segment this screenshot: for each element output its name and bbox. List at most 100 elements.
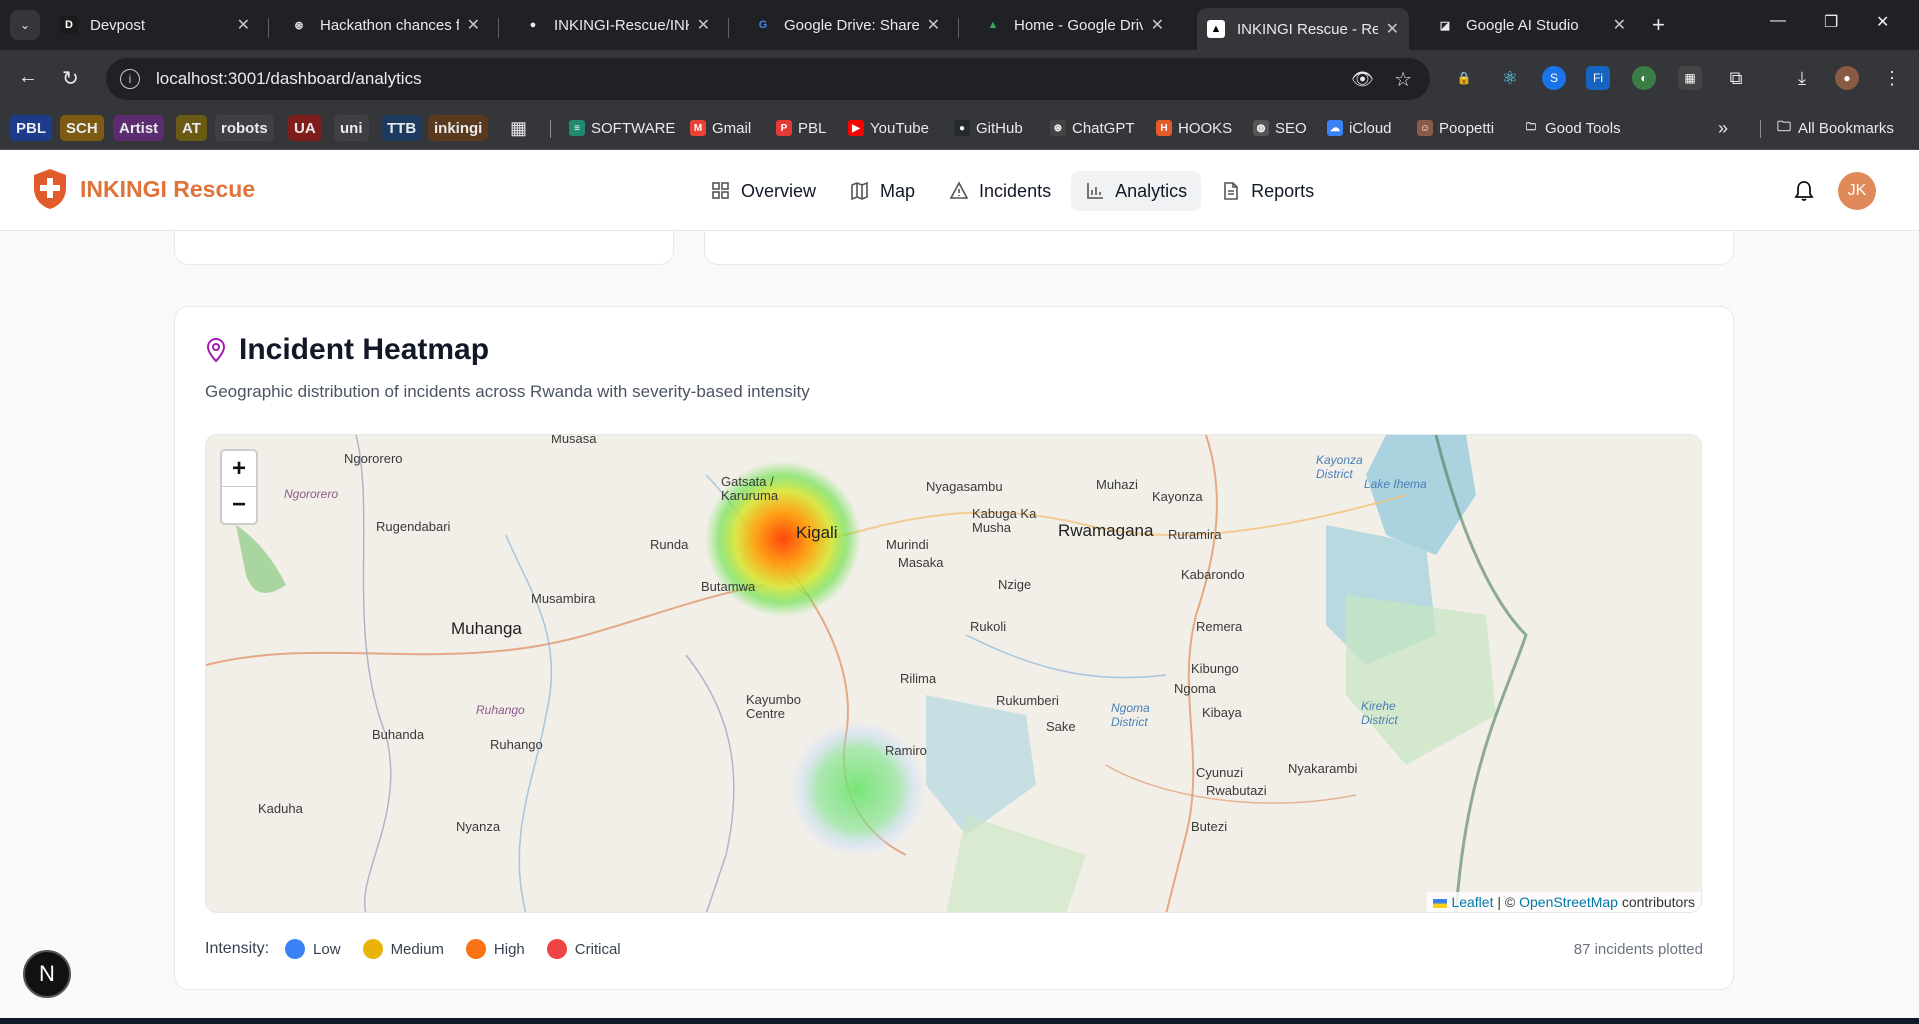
bookmark-link[interactable]: P PBL — [776, 115, 826, 141]
all-bookmarks-button[interactable]: 🗀 All Bookmarks — [1776, 115, 1894, 141]
browser-tab[interactable]: ● INKINGI-Rescue/INKI ✕ — [514, 6, 720, 44]
download-icon[interactable]: ⤓ — [1790, 66, 1814, 90]
chatgpt-icon: ⊛ — [1050, 120, 1066, 136]
map-place-label: Cyunuzi — [1196, 765, 1243, 780]
map-place-label: Gatsata / Karuruma — [721, 474, 779, 503]
apps-grid-icon[interactable]: ▦ — [510, 115, 527, 141]
bookmark-folder-chip[interactable]: robots — [215, 115, 274, 141]
close-window-icon[interactable]: ✕ — [1876, 12, 1889, 32]
bookmark-folder-chip[interactable]: Artist — [113, 115, 165, 141]
map-place-label: Nyagasambu — [926, 479, 1003, 494]
grid-extension-icon[interactable]: ▦ — [1678, 66, 1702, 90]
map-tiles — [206, 435, 1701, 912]
reload-button[interactable]: ↻ — [62, 66, 79, 91]
tab-close-icon[interactable]: ✕ — [697, 15, 710, 35]
bookmark-folder-chip[interactable]: uni — [334, 115, 369, 141]
heat-blob-south — [790, 721, 926, 857]
tab-separator — [958, 18, 959, 38]
bookmark-folder-chip[interactable]: UA — [288, 115, 322, 141]
map-place-label: Muhanga — [451, 619, 522, 638]
zoom-in-button[interactable]: + — [222, 451, 256, 487]
browser-tab[interactable]: G Google Drive: Share l ✕ — [744, 6, 950, 44]
browser-tab[interactable]: ◪ Google AI Studio ✕ — [1426, 6, 1636, 44]
bookmark-star-icon[interactable]: ☆ — [1394, 67, 1412, 92]
nav-incidents[interactable]: Incidents — [935, 171, 1065, 211]
url-text[interactable]: localhost:3001/dashboard/analytics — [156, 69, 422, 89]
colorful-extension-icon[interactable]: ◐ — [1632, 66, 1656, 90]
legend-dot — [465, 939, 486, 959]
map-place-label: Kibaya — [1202, 705, 1242, 720]
tab-close-icon[interactable]: ✕ — [467, 15, 480, 35]
browser-tab[interactable]: ▲ Home - Google Drive ✕ — [974, 6, 1174, 44]
bookmark-folder-chip[interactable]: PBL — [10, 115, 52, 141]
site-info-icon[interactable]: i — [120, 69, 140, 89]
new-tab-button[interactable]: + — [1652, 12, 1665, 38]
map-place-label: Kayonza — [1152, 489, 1203, 504]
poopetti-icon: ☺ — [1417, 120, 1433, 136]
bookmark-link[interactable]: ▶ YouTube — [848, 115, 929, 141]
map-place-label: Rugendabari — [376, 519, 451, 534]
bookmark-link[interactable]: H HOOKS — [1156, 115, 1232, 141]
shazam-icon[interactable]: S — [1542, 66, 1566, 90]
zoom-out-button[interactable]: − — [222, 487, 256, 523]
extensions-puzzle-icon[interactable]: ⧉ — [1724, 66, 1748, 90]
nextjs-dev-badge[interactable]: N — [23, 950, 71, 998]
omnibox[interactable]: i localhost:3001/dashboard/analytics 👁 ☆ — [106, 58, 1430, 100]
bell-icon[interactable] — [1794, 180, 1814, 202]
bookmark-link[interactable]: ☺ Poopetti — [1417, 115, 1494, 141]
browser-tab[interactable]: D Devpost ✕ — [50, 6, 260, 44]
bookmark-folder-chip[interactable]: inkingi — [428, 115, 489, 141]
browser-tab[interactable]: ⊛ Hackathon chances fo ✕ — [280, 6, 490, 44]
bookmark-link[interactable]: M Gmail — [690, 115, 751, 141]
fi-extension-icon[interactable]: Fi — [1586, 66, 1610, 90]
restore-icon[interactable]: ❐ — [1824, 12, 1838, 32]
eye-icon[interactable]: 👁 — [1351, 69, 1374, 90]
heatmap-map[interactable]: Musasa Ngororero Ngororero Rugendabari Gatsa… — [205, 434, 1702, 913]
more-bookmarks-chevron-icon[interactable]: » — [1718, 115, 1728, 141]
bookmark-link[interactable]: ☁ iCloud — [1327, 115, 1392, 141]
tab-close-icon[interactable]: ✕ — [1386, 19, 1399, 39]
tab-search-chevron-icon[interactable]: ⌄ — [10, 10, 40, 40]
pbl-icon: P — [776, 120, 792, 136]
osm-link[interactable]: OpenStreetMap — [1519, 894, 1618, 910]
bookmark-link[interactable]: ● GitHub — [954, 115, 1023, 141]
bookmark-label: HOOKS — [1178, 119, 1233, 137]
map-place-label: Ngororero — [344, 451, 403, 466]
back-button[interactable]: ← — [18, 66, 38, 89]
bookmark-link[interactable]: ◍ SEO — [1253, 115, 1307, 141]
leaflet-link[interactable]: Leaflet — [1451, 894, 1493, 910]
map-place-label: Kaduha — [258, 801, 303, 816]
map-place-label: Remera — [1196, 619, 1243, 634]
browser-tab[interactable]: ▲ INKINGI Rescue - Res ✕ — [1197, 8, 1409, 50]
app-logo[interactable]: INKINGI Rescue — [32, 168, 255, 210]
bookmark-link[interactable]: ⊛ ChatGPT — [1050, 115, 1135, 141]
grid-icon — [712, 182, 729, 199]
bookmark-link[interactable]: ≡ SOFTWARE — [569, 115, 675, 141]
bookmark-label: Gmail — [712, 119, 752, 137]
tab-close-icon[interactable]: ✕ — [237, 15, 250, 35]
tab-close-icon[interactable]: ✕ — [1613, 15, 1626, 35]
profile-avatar[interactable]: ● — [1835, 66, 1859, 90]
bookmark-label: Good Tools — [1545, 119, 1621, 137]
browser-menu-icon[interactable]: ⋮ — [1880, 66, 1904, 90]
heatmap-title: Incident Heatmap — [239, 333, 490, 366]
bookmark-link[interactable]: 🗀 Good Tools — [1523, 115, 1621, 141]
bookmark-folder-chip[interactable]: AT — [176, 115, 207, 141]
bookmark-folder-chip[interactable]: TTB — [381, 115, 423, 141]
tab-separator — [268, 18, 269, 38]
nav-overview[interactable]: Overview — [697, 171, 830, 211]
folder-icon: 🗀 — [1777, 118, 1791, 134]
tab-close-icon[interactable]: ✕ — [927, 15, 940, 35]
map-icon — [851, 181, 868, 201]
react-devtools-icon[interactable]: ⚛ — [1498, 66, 1522, 90]
nav-reports[interactable]: Reports — [1207, 171, 1328, 211]
user-avatar[interactable]: JK — [1838, 172, 1876, 210]
folder-icon: 🗀 — [1526, 121, 1536, 133]
tab-close-icon[interactable]: ✕ — [1151, 15, 1164, 35]
nav-analytics[interactable]: Analytics — [1071, 171, 1202, 211]
bookmark-label: SEO — [1275, 119, 1307, 137]
lock-extension-icon[interactable]: 🔒 — [1452, 66, 1476, 90]
nav-map[interactable]: Map — [836, 171, 929, 211]
minimize-icon[interactable]: — — [1770, 12, 1786, 30]
bookmark-folder-chip[interactable]: SCH — [60, 115, 104, 141]
